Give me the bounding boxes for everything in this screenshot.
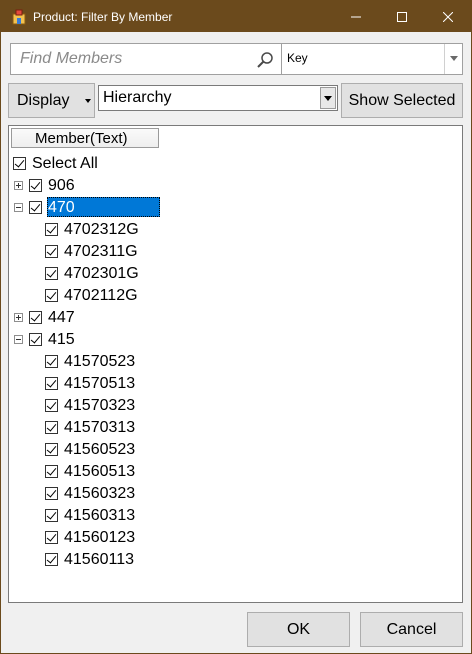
member-checkbox[interactable] (29, 333, 42, 346)
member-label: 41570313 (64, 419, 136, 436)
tree-node-leaf[interactable]: 41570313 (9, 417, 449, 439)
filter-dialog: Product: Filter By Member Key (0, 0, 472, 654)
select-all-checkbox[interactable] (13, 157, 26, 170)
maximize-icon (397, 11, 407, 22)
member-checkbox[interactable] (29, 179, 42, 192)
tree-node-parent[interactable]: 906 (9, 175, 449, 197)
member-checkbox[interactable] (29, 201, 42, 214)
tree-node-leaf[interactable]: 41570513 (9, 373, 449, 395)
member-checkbox[interactable] (45, 443, 58, 456)
caret-down-icon (85, 99, 91, 103)
hierarchy-dropdown[interactable]: Hierarchy (98, 85, 338, 111)
member-label: 41570523 (64, 353, 136, 370)
close-button[interactable] (425, 1, 471, 32)
maximize-button[interactable] (379, 1, 425, 32)
tree-node-leaf[interactable]: 41560523 (9, 439, 449, 461)
member-checkbox[interactable] (45, 421, 58, 434)
tree-node-leaf[interactable]: 41560123 (9, 527, 449, 549)
member-label: 470 (48, 199, 75, 216)
tree-node-leaf[interactable]: 4702311G (9, 241, 449, 263)
member-checkbox[interactable] (45, 289, 58, 302)
member-label: 41570513 (64, 375, 136, 392)
chevron-down-icon (324, 96, 332, 101)
tree-node-leaf[interactable]: 41560323 (9, 483, 449, 505)
hierarchy-dropdown-value: Hierarchy (103, 89, 172, 106)
member-label: 41560313 (64, 507, 136, 524)
member-checkbox[interactable] (45, 267, 58, 280)
search-input[interactable] (11, 44, 251, 74)
member-label: 41560323 (64, 485, 136, 502)
collapse-icon[interactable] (14, 203, 23, 212)
tree-node-leaf[interactable]: 41560313 (9, 505, 449, 527)
member-checkbox[interactable] (45, 245, 58, 258)
app-icon (11, 9, 27, 25)
ok-button[interactable]: OK (247, 612, 350, 647)
member-checkbox[interactable] (45, 509, 58, 522)
minimize-icon (351, 16, 361, 17)
tree-node-leaf[interactable]: 4702312G (9, 219, 449, 241)
member-label: 447 (48, 309, 75, 326)
member-checkbox[interactable] (45, 355, 58, 368)
member-label: 41560123 (64, 529, 136, 546)
tree-node-parent[interactable]: 470 (9, 197, 449, 219)
member-checkbox[interactable] (45, 465, 58, 478)
member-label: 41570323 (64, 397, 136, 414)
key-dropdown-arrow[interactable] (444, 44, 462, 74)
chevron-down-icon (450, 56, 458, 61)
collapse-icon[interactable] (14, 335, 23, 344)
cancel-button[interactable]: Cancel (360, 612, 463, 647)
member-label: 4702311G (64, 243, 138, 260)
search-box (10, 43, 282, 75)
member-label: 41560113 (64, 551, 134, 568)
member-checkbox[interactable] (29, 311, 42, 324)
member-checkbox[interactable] (45, 377, 58, 390)
close-icon (443, 11, 453, 22)
tree-scrollbar[interactable] (460, 126, 462, 602)
search-icon[interactable] (255, 50, 275, 70)
tree-node-leaf[interactable]: 41570323 (9, 395, 449, 417)
member-checkbox[interactable] (45, 487, 58, 500)
tree-node-parent[interactable]: 447 (9, 307, 449, 329)
member-label: 4702312G (64, 221, 139, 238)
tree-node-leaf[interactable]: 4702301G (9, 263, 449, 285)
tree-node-leaf[interactable]: 41570523 (9, 351, 449, 373)
minimize-button[interactable] (333, 1, 379, 32)
expand-icon[interactable] (14, 181, 23, 190)
expand-icon[interactable] (14, 313, 23, 322)
tree-node-leaf[interactable]: 4702112G (9, 285, 449, 307)
member-label: 906 (48, 177, 75, 194)
show-selected-button[interactable]: Show Selected (341, 83, 463, 118)
member-checkbox[interactable] (45, 223, 58, 236)
member-label: 4702112G (64, 287, 138, 304)
select-all-label: Select All (32, 155, 98, 172)
window-title: Product: Filter By Member (33, 9, 173, 24)
title-bar: Product: Filter By Member (1, 1, 471, 32)
display-button[interactable]: Display (8, 83, 95, 118)
key-dropdown-value: Key (287, 51, 308, 65)
tree-node-parent[interactable]: 415 (9, 329, 449, 351)
member-checkbox[interactable] (45, 531, 58, 544)
display-button-label: Display (17, 92, 70, 109)
column-header-label: Member(Text) (35, 130, 128, 147)
member-label: 41560523 (64, 441, 136, 458)
member-label: 41560513 (64, 463, 136, 480)
window-controls (333, 1, 471, 32)
hierarchy-dropdown-arrow[interactable] (320, 87, 336, 109)
tree-node-leaf[interactable]: 41560113 (9, 549, 449, 571)
member-label: 4702301G (64, 265, 139, 282)
member-checkbox[interactable] (45, 399, 58, 412)
tree-node-leaf[interactable]: 41560513 (9, 461, 449, 483)
member-tree[interactable]: Member(Text) Select All 906 470 4702312G 47… (8, 125, 463, 603)
key-dropdown[interactable]: Key (282, 43, 463, 75)
member-checkbox[interactable] (45, 553, 58, 566)
member-label: 415 (48, 331, 75, 348)
column-header[interactable]: Member(Text) (11, 128, 159, 148)
select-all-row[interactable]: Select All (9, 153, 449, 175)
